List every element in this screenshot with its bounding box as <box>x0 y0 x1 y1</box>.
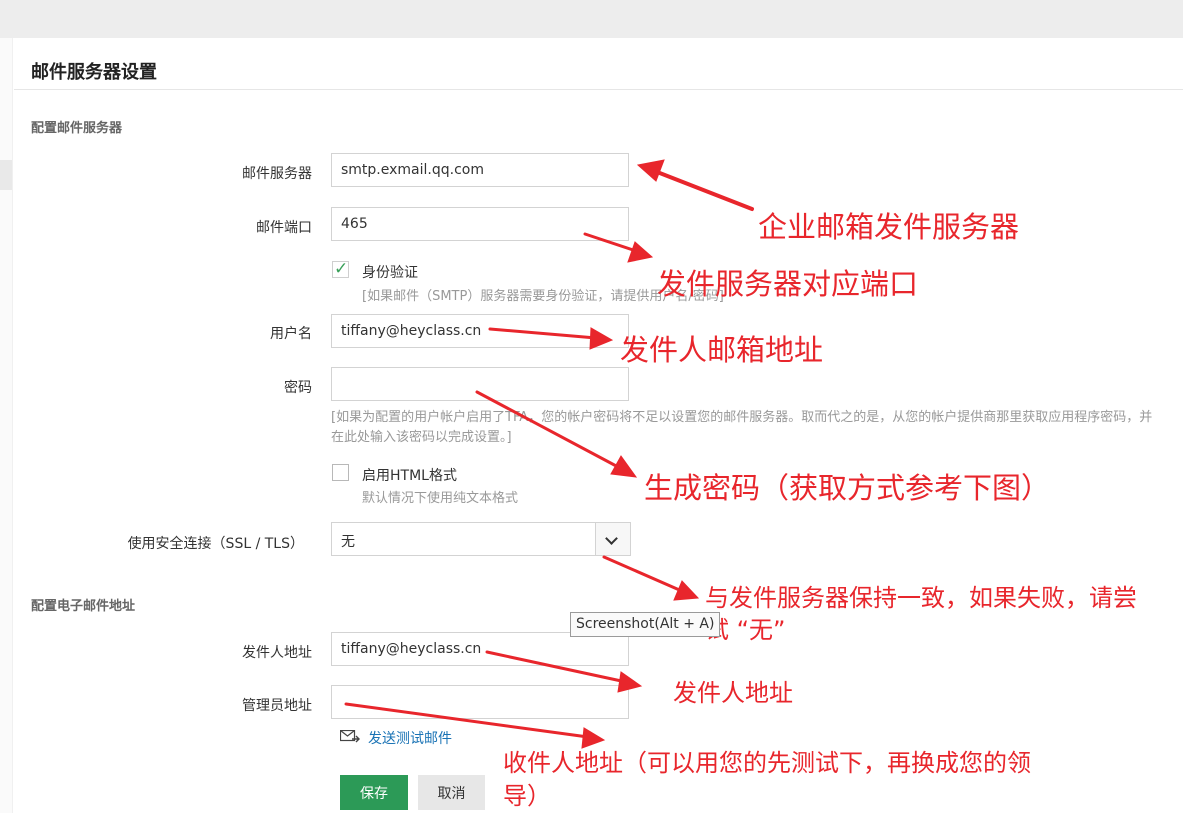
chevron-down-icon <box>605 532 618 545</box>
annotation-port: 发件服务器对应端口 <box>657 267 919 301</box>
security-select-value: 无 <box>341 534 355 550</box>
annotation-password: 生成密码（获取方式参考下图） <box>644 471 1051 505</box>
admin-address-label: 管理员地址 <box>242 698 312 714</box>
html-format-hint: 默认情况下使用纯文本格式 <box>362 491 519 506</box>
checkmark-icon: ✓ <box>334 259 349 279</box>
security-select-toggle[interactable] <box>595 523 630 555</box>
section-title-server: 配置邮件服务器 <box>31 121 123 136</box>
top-bar <box>0 0 1183 38</box>
page-title: 邮件服务器设置 <box>31 62 157 83</box>
html-format-checkbox[interactable] <box>332 464 349 481</box>
cancel-button[interactable]: 取消 <box>418 775 485 810</box>
annotation-username: 发件人邮箱地址 <box>620 333 824 367</box>
annotation-admin-line1: 收件人地址（可以用您的先测试下，再换成您的领 <box>503 749 1031 777</box>
left-nav-tab[interactable] <box>0 160 12 190</box>
screenshot-tooltip: Screenshot(Alt + A) <box>570 612 720 637</box>
arrow-security <box>602 555 686 594</box>
annotation-security-line1: 与发件服务器保持一致，如果失败，请尝 <box>705 584 1137 612</box>
password-hint: [如果为配置的用户帐户启用了TFA，您的帐户密码将不足以设置您的邮件服务器。取而… <box>331 410 1153 445</box>
auth-label: 身份验证 <box>362 265 418 281</box>
mail-port-input[interactable] <box>331 207 629 241</box>
mail-server-input[interactable] <box>331 153 629 187</box>
arrow-server <box>650 168 754 211</box>
username-label: 用户名 <box>270 326 312 342</box>
sender-address-input[interactable] <box>331 632 629 666</box>
admin-address-input[interactable] <box>331 685 629 719</box>
send-mail-icon <box>339 729 360 743</box>
auth-checkbox[interactable]: ✓ <box>332 259 349 279</box>
save-button[interactable]: 保存 <box>340 775 408 810</box>
password-input[interactable] <box>331 367 629 401</box>
section-title-address: 配置电子邮件地址 <box>31 599 136 614</box>
title-divider <box>14 89 1183 90</box>
annotation-server: 企业邮箱发件服务器 <box>758 210 1020 244</box>
security-label: 使用安全连接（SSL / TLS） <box>127 536 304 552</box>
password-label: 密码 <box>284 380 312 396</box>
left-nav-strip <box>0 38 13 813</box>
annotation-sender: 发件人地址 <box>673 679 793 707</box>
mail-server-label: 邮件服务器 <box>242 166 312 182</box>
username-input[interactable] <box>331 314 629 348</box>
send-test-mail-label: 发送测试邮件 <box>368 731 452 747</box>
security-select[interactable]: 无 <box>331 522 631 556</box>
sender-address-label: 发件人地址 <box>242 645 312 661</box>
annotation-admin-line2: 导） <box>503 782 551 810</box>
send-test-mail-link[interactable]: 发送测试邮件 <box>339 728 452 748</box>
html-format-label: 启用HTML格式 <box>362 468 457 484</box>
mail-port-label: 邮件端口 <box>256 220 312 236</box>
